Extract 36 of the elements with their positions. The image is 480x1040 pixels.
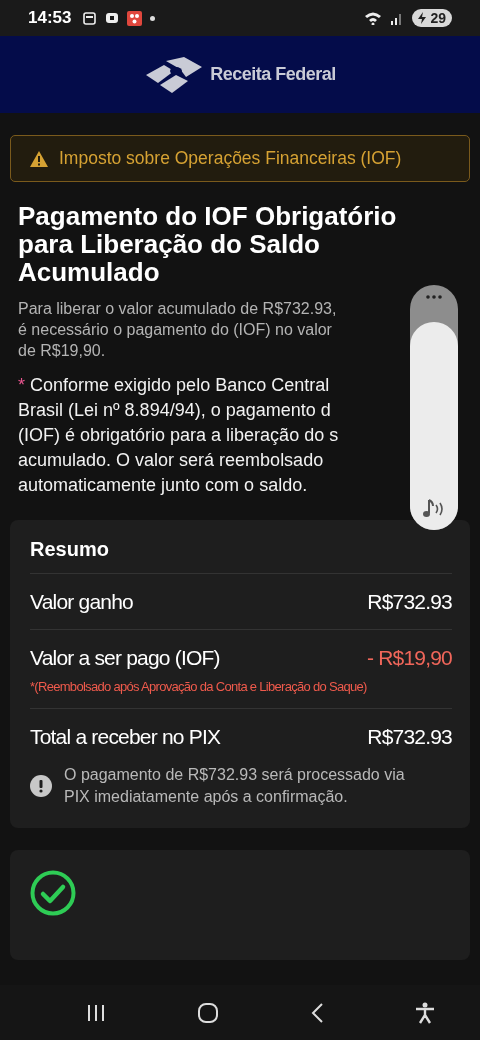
wifi-icon (364, 11, 383, 25)
status-time: 14:53 (28, 8, 72, 28)
dot-icon (150, 15, 156, 21)
page-title: Pagamento do IOF Obrigatório para Liberação do Saldo Acumulado (18, 202, 398, 286)
row-value: R$732.93 (367, 589, 452, 614)
card-title: Resumo (30, 537, 109, 562)
alert-circle-icon (30, 775, 52, 797)
alert-text: Imposto sobre Operações Financeiras (IOF) (59, 148, 402, 169)
warning-icon (29, 149, 49, 168)
media-icon (105, 12, 120, 24)
row-label: Total a receber no PIX (30, 724, 221, 749)
app-notification-icon (127, 10, 143, 26)
recent-apps-icon[interactable] (85, 1003, 106, 1022)
check-circle-icon (30, 870, 76, 916)
intro-text: é necessário o pagamento do (IOF) no valor (18, 320, 332, 340)
logo-text: Receita Federal (210, 64, 336, 85)
row-label: Valor ganho (30, 589, 133, 614)
note-text: Brasil (Lei nº 8.894/94), o pagamento d (18, 399, 331, 422)
note-text: (IOF) é obrigatório para a liberação do s (18, 424, 339, 447)
note-text: acumulado. O valor será reembolsado (18, 449, 324, 472)
charging-icon (417, 12, 428, 24)
home-icon[interactable] (196, 1001, 219, 1024)
footnote-text: *(Reembolsado após Aprovação da Conta e Liberação do Saque) (30, 679, 367, 694)
more-icon[interactable] (425, 295, 443, 299)
note-text: * Conforme exigido pelo Banco Central (18, 374, 330, 397)
battery-indicator: 29 (412, 9, 452, 27)
intro-text: Para liberar o valor acumulado de R$732.93, (18, 299, 337, 319)
note-text: automaticamente junto com o saldo. (18, 474, 308, 497)
back-icon[interactable] (309, 1001, 324, 1024)
intro-text: de R$19,90. (18, 341, 106, 361)
row-value: R$732.93 (367, 724, 452, 749)
row-label: Valor a ser pago (IOF) (30, 645, 220, 670)
row-value: - R$19,90 (366, 645, 452, 670)
info-text: O pagamento de R$732.93 será processado via PIX imediatamente após a confirmação. (64, 765, 406, 807)
accessibility-icon[interactable] (414, 1001, 435, 1024)
calendar-icon (83, 11, 98, 25)
